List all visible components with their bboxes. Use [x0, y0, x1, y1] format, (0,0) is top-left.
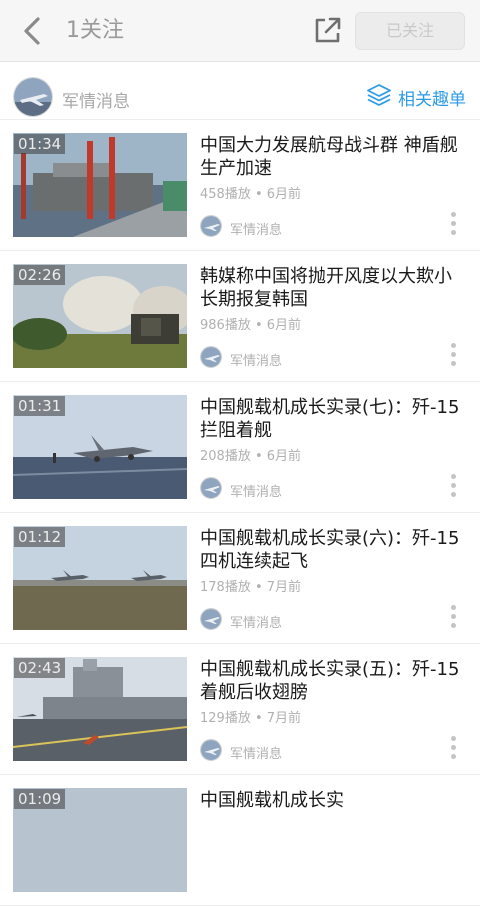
source-avatar: [200, 215, 222, 237]
source-avatar: [200, 477, 222, 499]
more-options-icon[interactable]: [448, 736, 458, 764]
channel-avatar[interactable]: [13, 77, 53, 117]
page-title: 1关注: [66, 18, 124, 43]
followed-button[interactable]: 已关注: [355, 12, 465, 50]
source-name: 军情消息: [230, 747, 283, 762]
source-avatar: [200, 608, 222, 630]
channel-header: 军情消息 相关趣单: [0, 62, 480, 120]
video-thumbnail[interactable]: 01:34: [13, 133, 187, 237]
video-duration: 01:12: [14, 527, 66, 547]
more-options-icon[interactable]: [448, 212, 458, 240]
layers-icon: [366, 82, 392, 112]
video-duration: 02:26: [14, 265, 66, 285]
video-title[interactable]: 中国舰载机成长实: [200, 789, 470, 812]
video-item[interactable]: 01:12 中国舰载机成长实录(六)：歼-15四机连续起飞 178播放 • 7月…: [0, 513, 480, 644]
video-meta: 986播放 • 6月前: [200, 318, 302, 333]
video-thumbnail[interactable]: 01:12: [13, 526, 187, 630]
video-title[interactable]: 中国舰载机成长实录(六)：歼-15四机连续起飞: [200, 527, 470, 573]
video-item[interactable]: 02:26 韩媒称中国将抛开风度以大欺小 长期报复韩国 986播放 • 6月前 …: [0, 251, 480, 382]
source-avatar: [200, 739, 222, 761]
video-duration: 01:09: [14, 789, 66, 809]
video-item[interactable]: 01:09 中国舰载机成长实: [0, 775, 480, 906]
source-avatar: [200, 346, 222, 368]
video-thumbnail[interactable]: 01:31: [13, 395, 187, 499]
share-icon[interactable]: [312, 14, 344, 46]
top-bar: 1关注 已关注: [0, 0, 480, 62]
video-meta: 208播放 • 6月前: [200, 449, 302, 464]
related-playlist-button[interactable]: 相关趣单: [366, 84, 466, 110]
video-list: 01:34 中国大力发展航母战斗群 神盾舰生产加速 458播放 • 6月前 军情…: [0, 120, 480, 906]
video-meta: 129播放 • 7月前: [200, 711, 302, 726]
video-duration: 01:31: [14, 396, 66, 416]
related-playlist-label: 相关趣单: [398, 89, 466, 110]
video-title[interactable]: 中国舰载机成长实录(七)：歼-15拦阻着舰: [200, 396, 470, 442]
video-meta: 178播放 • 7月前: [200, 580, 302, 595]
source-name: 军情消息: [230, 485, 283, 500]
more-options-icon[interactable]: [448, 474, 458, 502]
source-name: 军情消息: [230, 223, 283, 238]
video-thumbnail[interactable]: 02:43: [13, 657, 187, 761]
channel-name[interactable]: 军情消息: [62, 87, 130, 112]
video-thumbnail[interactable]: 02:26: [13, 264, 187, 368]
back-arrow-icon[interactable]: [16, 13, 50, 49]
video-item[interactable]: 01:34 中国大力发展航母战斗群 神盾舰生产加速 458播放 • 6月前 军情…: [0, 120, 480, 251]
more-options-icon[interactable]: [448, 343, 458, 371]
source-name: 军情消息: [230, 354, 283, 369]
video-thumbnail[interactable]: 01:09: [13, 788, 187, 892]
more-options-icon[interactable]: [448, 605, 458, 633]
video-meta: 458播放 • 6月前: [200, 187, 302, 202]
video-item[interactable]: 02:43 中国舰载机成长实录(五)：歼-15着舰后收翅膀 129播放 • 7月…: [0, 644, 480, 775]
video-title[interactable]: 中国舰载机成长实录(五)：歼-15着舰后收翅膀: [200, 658, 470, 704]
video-title[interactable]: 韩媒称中国将抛开风度以大欺小 长期报复韩国: [200, 265, 470, 311]
source-name: 军情消息: [230, 616, 283, 631]
video-duration: 02:43: [14, 658, 66, 678]
video-item[interactable]: 01:31 中国舰载机成长实录(七)：歼-15拦阻着舰 208播放 • 6月前 …: [0, 382, 480, 513]
video-duration: 01:34: [14, 134, 66, 154]
video-title[interactable]: 中国大力发展航母战斗群 神盾舰生产加速: [200, 134, 470, 180]
